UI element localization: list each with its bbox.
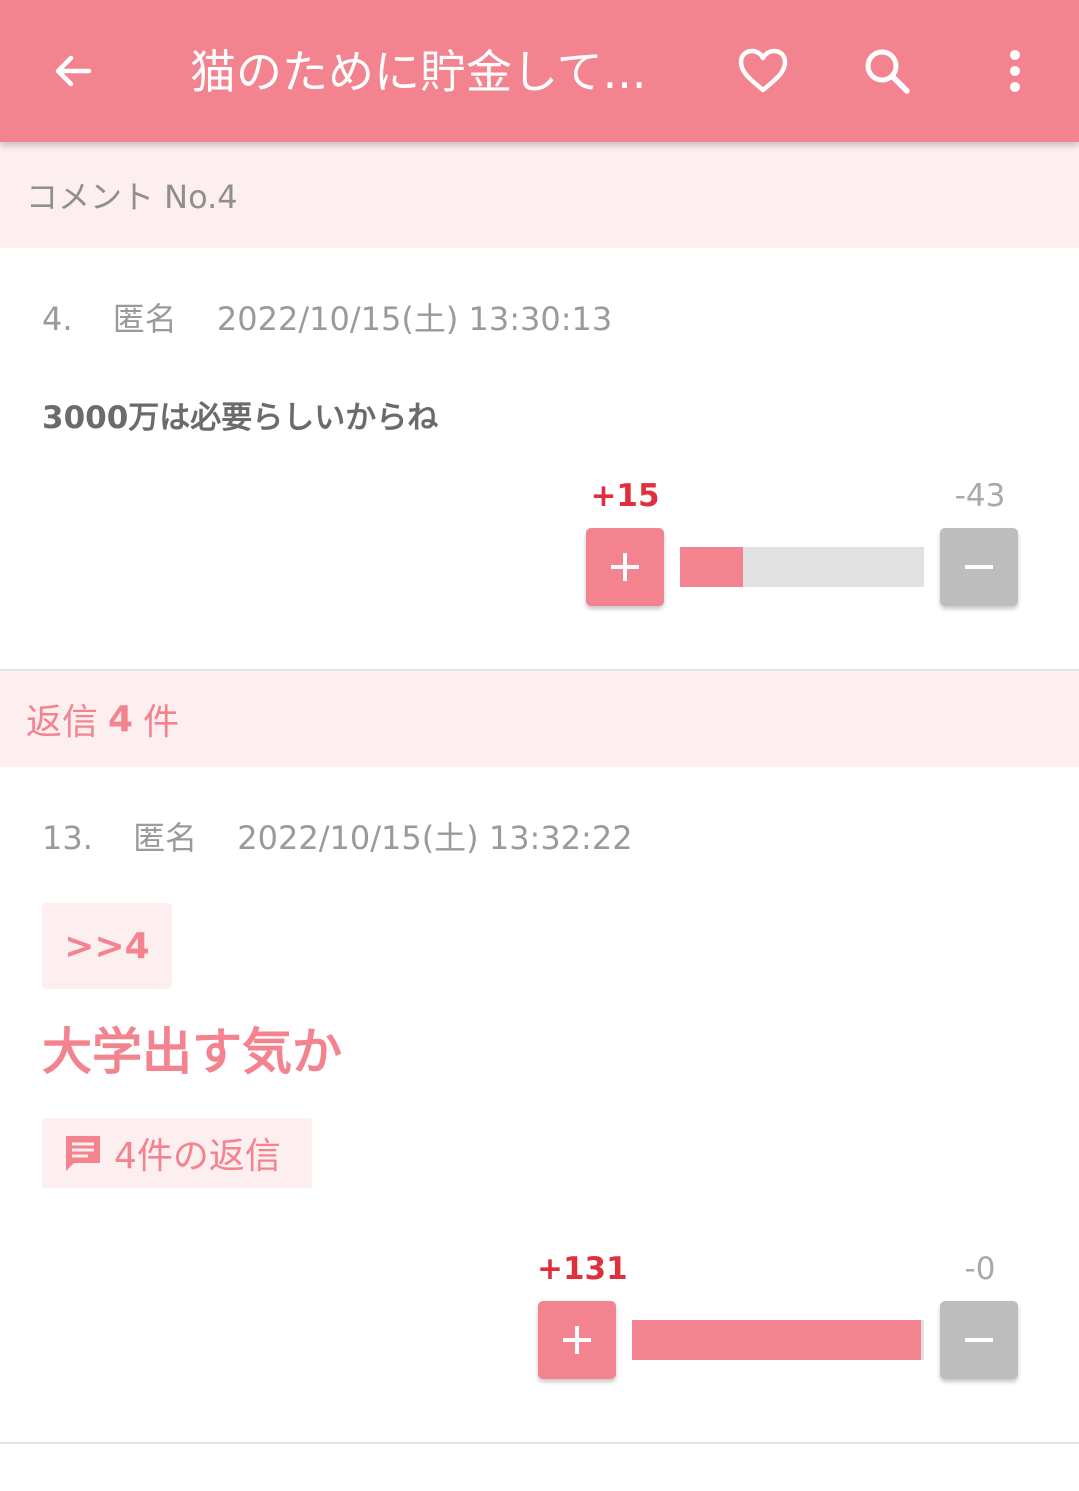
reply-number: 13. <box>42 819 93 857</box>
arrow-left-icon <box>55 55 92 87</box>
minus-icon <box>965 1338 993 1342</box>
comment-vote-bar-fill <box>680 547 744 587</box>
reply-header-prefix: 返信 <box>26 702 99 743</box>
reply-plus-count: +131 <box>537 1251 628 1287</box>
comment-number: 4. <box>42 300 73 338</box>
reply-vote-bar <box>632 1320 924 1360</box>
comment-icon <box>62 1133 104 1173</box>
comment-minus-count: -43 <box>954 478 1006 514</box>
comment-plus-button[interactable] <box>586 528 664 606</box>
divider <box>0 1442 1079 1444</box>
minus-icon <box>965 565 993 569</box>
reply-plus-button[interactable] <box>538 1301 616 1379</box>
search-icon <box>865 49 910 94</box>
page-title: 猫のために貯金して... <box>190 45 647 99</box>
reply-section-header: 返信 4 件 <box>0 671 1079 767</box>
reply-header-suffix: 件 <box>143 702 180 743</box>
reply-header-count: 4 <box>108 698 134 740</box>
more-options-button[interactable] <box>980 36 1050 106</box>
reply-vote-bar-fill <box>632 1320 922 1360</box>
comment-vote-bar <box>680 547 924 587</box>
back-button[interactable] <box>38 36 108 106</box>
app-bar: 猫のために貯金して... <box>0 0 1079 142</box>
search-button[interactable] <box>852 36 922 106</box>
reply-author: 匿名 <box>133 819 198 857</box>
comment-section-header: コメント No.4 <box>0 142 1079 248</box>
reply-minus-count: -0 <box>964 1251 996 1287</box>
comment-plus-count: +15 <box>590 478 660 514</box>
comment-minus-button[interactable] <box>940 528 1018 606</box>
comment-meta: 4. 匿名 2022/10/15(土) 13:30:13 <box>42 294 612 340</box>
comment-author: 匿名 <box>112 300 177 338</box>
replies-label: 4件の返信 <box>114 1136 281 1177</box>
comment-header-label: コメント No.4 <box>26 178 238 216</box>
more-vert-icon <box>1010 50 1020 92</box>
favorite-button[interactable] <box>728 36 798 106</box>
reply-minus-button[interactable] <box>940 1301 1018 1379</box>
reply-meta: 13. 匿名 2022/10/15(土) 13:32:22 <box>42 813 633 859</box>
comment-timestamp: 2022/10/15(土) 13:30:13 <box>216 300 613 338</box>
reply-timestamp: 2022/10/15(土) 13:32:22 <box>237 819 633 857</box>
plus-icon <box>611 553 639 581</box>
heart-outline-icon <box>738 48 788 93</box>
anchor-link[interactable]: >>4 <box>42 903 172 989</box>
reply-body: 大学出す気か <box>42 1023 342 1081</box>
comment-body: 3000万は必要らしいからね <box>42 400 439 436</box>
replies-button[interactable]: 4件の返信 <box>42 1118 312 1188</box>
plus-icon <box>563 1326 591 1354</box>
